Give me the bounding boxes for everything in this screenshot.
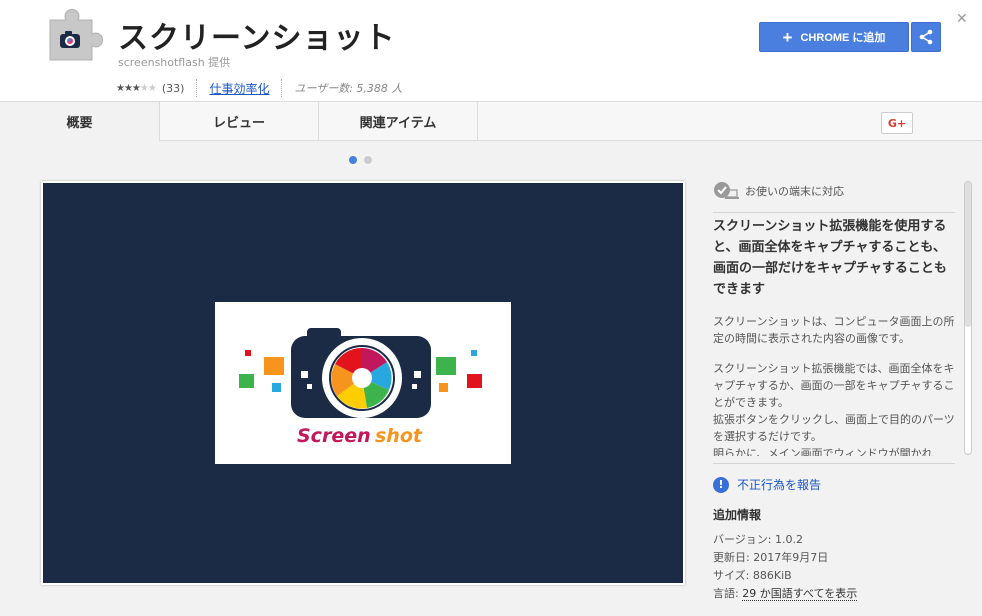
tab-bar: 概要 レビュー 関連アイテム G+	[0, 102, 982, 142]
language-link[interactable]: 29 か国語すべてを表示	[742, 587, 858, 601]
share-icon	[919, 29, 933, 45]
version-info: バージョン: 1.0.2	[713, 533, 803, 546]
add-button-label: CHROME に追加	[800, 32, 886, 44]
scrollbar-thumb[interactable]	[965, 182, 971, 327]
compatibility-row: お使いの端末に対応	[713, 181, 844, 201]
tab-related[interactable]: 関連アイテム	[319, 102, 478, 141]
description-paragraph: スクリーンショット拡張機能では、画面全体をキャプチャするか、画面の一部をキャプチ…	[713, 362, 955, 409]
report-label: 不正行為を報告	[737, 478, 822, 492]
category-link[interactable]: 仕事効率化	[209, 80, 269, 97]
plus-icon: +	[782, 27, 793, 47]
divider	[196, 79, 198, 97]
description-headline: スクリーンショット拡張機能を使用すると、画面全体をキャプチャすることも、画面の一…	[713, 219, 947, 297]
size-info: サイズ: 886KiB	[713, 569, 792, 582]
carousel-dot-1[interactable]	[349, 156, 357, 164]
description-paragraph: 明らかに、メイン画面でウィンドウが開かれ	[713, 447, 933, 456]
carousel-dot-2[interactable]	[364, 156, 372, 164]
tab-overview[interactable]: 概要	[0, 102, 160, 142]
tab-reviews[interactable]: レビュー	[160, 102, 319, 141]
divider	[281, 79, 283, 97]
report-abuse-link[interactable]: ! 不正行為を報告	[713, 476, 821, 493]
language-info: 言語: 29 か国語すべてを表示	[713, 585, 858, 601]
rating-stars[interactable]: ★★★★★	[116, 83, 157, 94]
share-button[interactable]	[911, 22, 941, 52]
description-box: スクリーンショット拡張機能を使用すると、画面全体をキャプチャすることも、画面の一…	[713, 216, 955, 456]
divider	[713, 463, 955, 464]
camera-logo-icon: Screen shot	[239, 328, 482, 447]
extension-title: スクリーンショット	[118, 21, 396, 56]
alert-icon: !	[713, 476, 729, 493]
rating-count[interactable]: (33)	[162, 82, 185, 95]
description-scrollbar[interactable]	[964, 181, 972, 455]
user-count: ユーザー数: 5,388 人	[294, 82, 403, 95]
provider-label: screenshotflash 提供	[118, 56, 231, 69]
updated-info: 更新日: 2017年9月7日	[713, 551, 829, 564]
compatibility-text: お使いの端末に対応	[745, 185, 844, 198]
screenshot-preview[interactable]: Screen shot	[41, 181, 685, 585]
add-to-chrome-button[interactable]: + CHROME に追加	[759, 22, 909, 52]
meta-row: ★★★★★ (33) 仕事効率化 ユーザー数: 5,388 人	[116, 79, 402, 97]
google-plus-button[interactable]: G+	[881, 112, 913, 134]
language-prefix: 言語:	[713, 587, 743, 600]
close-icon[interactable]: ✕	[956, 11, 968, 27]
extension-puzzle-icon	[49, 8, 104, 61]
divider	[713, 212, 955, 213]
svg-text:Screen: Screen	[297, 425, 371, 447]
device-compat-icon	[714, 182, 739, 199]
additional-info-title: 追加情報	[713, 508, 762, 522]
description-paragraph: 拡張ボタンをクリックし、画面上で目的のパーツを選択するだけです。	[713, 413, 955, 443]
svg-text:shot: shot	[375, 425, 423, 447]
extension-header: スクリーンショット screenshotflash 提供 ★★★★★ (33) …	[0, 0, 982, 102]
screenshot-logo: Screen shot	[215, 302, 511, 464]
description-paragraph: スクリーンショットは、コンピュータ画面上の所定の時間に表示された内容の画像です。	[713, 315, 955, 345]
